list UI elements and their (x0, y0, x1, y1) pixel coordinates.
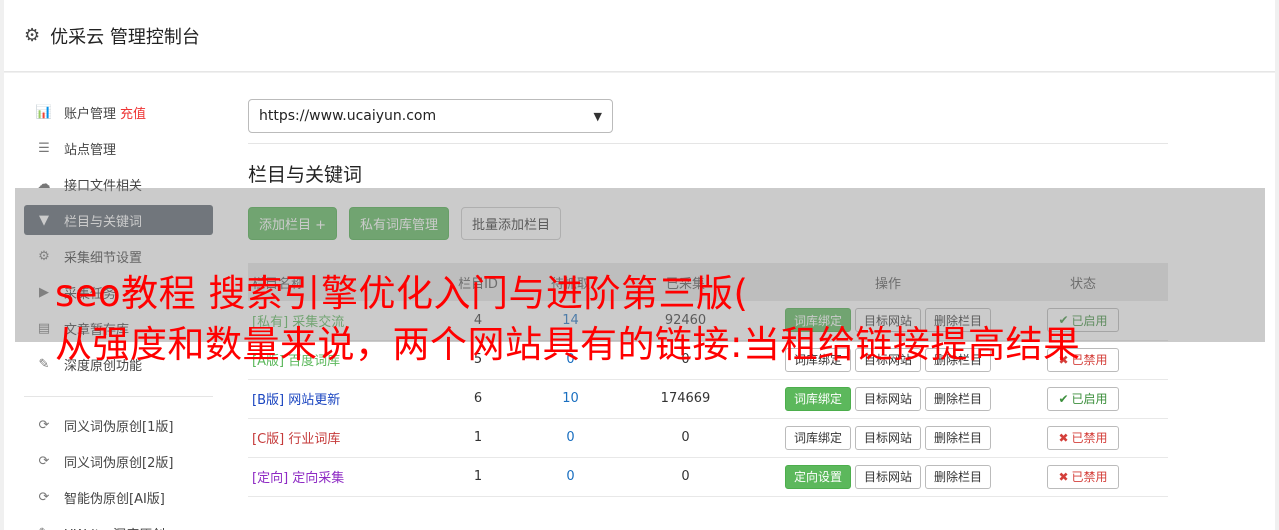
sidebar-item-label: 账户管理 (64, 106, 117, 122)
status-cell: ✖ 已禁用 (998, 418, 1168, 458)
status-toggle[interactable]: ✖ 已禁用 (1047, 464, 1119, 489)
target-site-button[interactable]: 目标网站 (854, 386, 921, 411)
ops-cell: 词库绑定 目标网站 删除栏目 (778, 379, 998, 419)
section-title: 栏目与关键词 (248, 164, 363, 186)
site-select[interactable]: https://www.ucaiyun.com ▼ (248, 99, 613, 133)
status-cell: ✖ 已禁用 (998, 457, 1168, 497)
column-id-cell: 1 (408, 457, 548, 497)
bar-chart-icon: 📊 (35, 104, 53, 120)
sidebar-item[interactable]: ⟳ 同义词伪原创[2版] (24, 443, 213, 479)
sidebar-item-label: 智能伪原创[AI版] (64, 491, 165, 507)
pending-cell[interactable]: 0 (548, 457, 593, 497)
sidebar-item[interactable]: ⟳ 同义词伪原创[1版] (24, 407, 213, 443)
gear-icon: ⚙ (24, 25, 41, 46)
column-id-cell: 6 (408, 379, 548, 419)
pending-cell[interactable]: 10 (548, 379, 593, 419)
column-name-link[interactable]: [定向] 定向采集 (252, 471, 344, 486)
refresh-icon: ⟳ (38, 417, 50, 433)
sidebar-item[interactable]: 📊 账户管理 充值 (24, 94, 213, 130)
site-select-value: https://www.ucaiyun.com (259, 108, 437, 124)
column-name-cell: [定向] 定向采集 (248, 457, 408, 497)
status-label: 已禁用 (1071, 431, 1108, 445)
sidebar-item-label: UWriter深度原创 (64, 524, 165, 530)
refresh-icon: ⟳ (38, 453, 50, 469)
ops-cell: 定向设置 目标网站 删除栏目 (778, 457, 998, 497)
chevron-down-icon: ▼ (593, 109, 602, 123)
status-label: 已启用 (1071, 392, 1108, 406)
status-toggle[interactable]: ✖ 已禁用 (1047, 425, 1119, 450)
delete-column-button[interactable]: 删除栏目 (925, 386, 992, 411)
column-name-link[interactable]: [C版] 行业词库 (252, 432, 340, 447)
table-row: [B版] 网站更新 6 10 174669 词库绑定 目标网站 删除栏目 ✔ 已启用 (248, 379, 1168, 419)
top-header: ⚙ 优采云 管理控制台 (4, 0, 1275, 72)
status-toggle[interactable]: ✔ 已启用 (1047, 386, 1119, 411)
column-name-link[interactable]: [B版] 网站更新 (252, 393, 340, 408)
check-icon: ✔ (1058, 391, 1069, 406)
cross-icon: ✖ (1058, 430, 1069, 445)
column-id-cell: 1 (408, 418, 548, 458)
overlay-line-1: seo教程 搜索引擎优化入门与进阶第三版( (55, 272, 749, 315)
sidebar-divider (24, 396, 213, 397)
overlay-text: seo教程 搜索引擎优化入门与进阶第三版( 从强度和数量来说，两个网站具有的链接… (55, 268, 1265, 370)
sidebar-item[interactable]: ✎ UWriter深度原创 (24, 515, 213, 530)
column-name-cell: [B版] 网站更新 (248, 379, 408, 419)
table-row: [定向] 定向采集 1 0 0 定向设置 目标网站 删除栏目 ✖ 已禁用 (248, 457, 1168, 497)
sidebar-item[interactable]: ☰ 站点管理 (24, 130, 213, 166)
target-site-button[interactable]: 目标网站 (854, 464, 921, 489)
bind-lexicon-button[interactable]: 词库绑定 (784, 386, 851, 411)
sidebar-item[interactable]: ⟳ 智能伪原创[AI版] (24, 479, 213, 515)
target-site-button[interactable]: 目标网站 (854, 425, 921, 450)
bind-lexicon-button[interactable]: 词库绑定 (784, 425, 851, 450)
recharge-link[interactable]: 充值 (120, 103, 146, 122)
page-title: 优采云 管理控制台 (50, 26, 200, 48)
cross-icon: ✖ (1058, 469, 1069, 484)
collected-cell: 174669 (593, 379, 778, 419)
pending-cell[interactable]: 0 (548, 418, 593, 458)
column-name-cell: [C版] 行业词库 (248, 418, 408, 458)
delete-column-button[interactable]: 删除栏目 (925, 464, 992, 489)
overlay-line-2: 从强度和数量来说，两个网站具有的链接:当租给链接提高结果 (55, 323, 1081, 366)
edit-icon: ✎ (35, 526, 53, 530)
collected-cell: 0 (593, 418, 778, 458)
bind-lexicon-button[interactable]: 定向设置 (784, 464, 851, 489)
status-cell: ✔ 已启用 (998, 379, 1168, 419)
table-row: [C版] 行业词库 1 0 0 词库绑定 目标网站 删除栏目 ✖ 已禁用 (248, 418, 1168, 458)
sidebar-item-label: 站点管理 (64, 142, 117, 158)
edit-icon: ✎ (38, 356, 50, 372)
ops-cell: 词库绑定 目标网站 删除栏目 (778, 418, 998, 458)
divider (248, 143, 1168, 144)
sidebar-item-label: 同义词伪原创[1版] (64, 419, 174, 435)
server-icon: ☰ (38, 140, 50, 156)
refresh-icon: ⟳ (38, 489, 50, 505)
collected-cell: 0 (593, 457, 778, 497)
delete-column-button[interactable]: 删除栏目 (925, 425, 992, 450)
sidebar-item-label: 同义词伪原创[2版] (64, 455, 174, 471)
status-label: 已禁用 (1071, 470, 1108, 484)
